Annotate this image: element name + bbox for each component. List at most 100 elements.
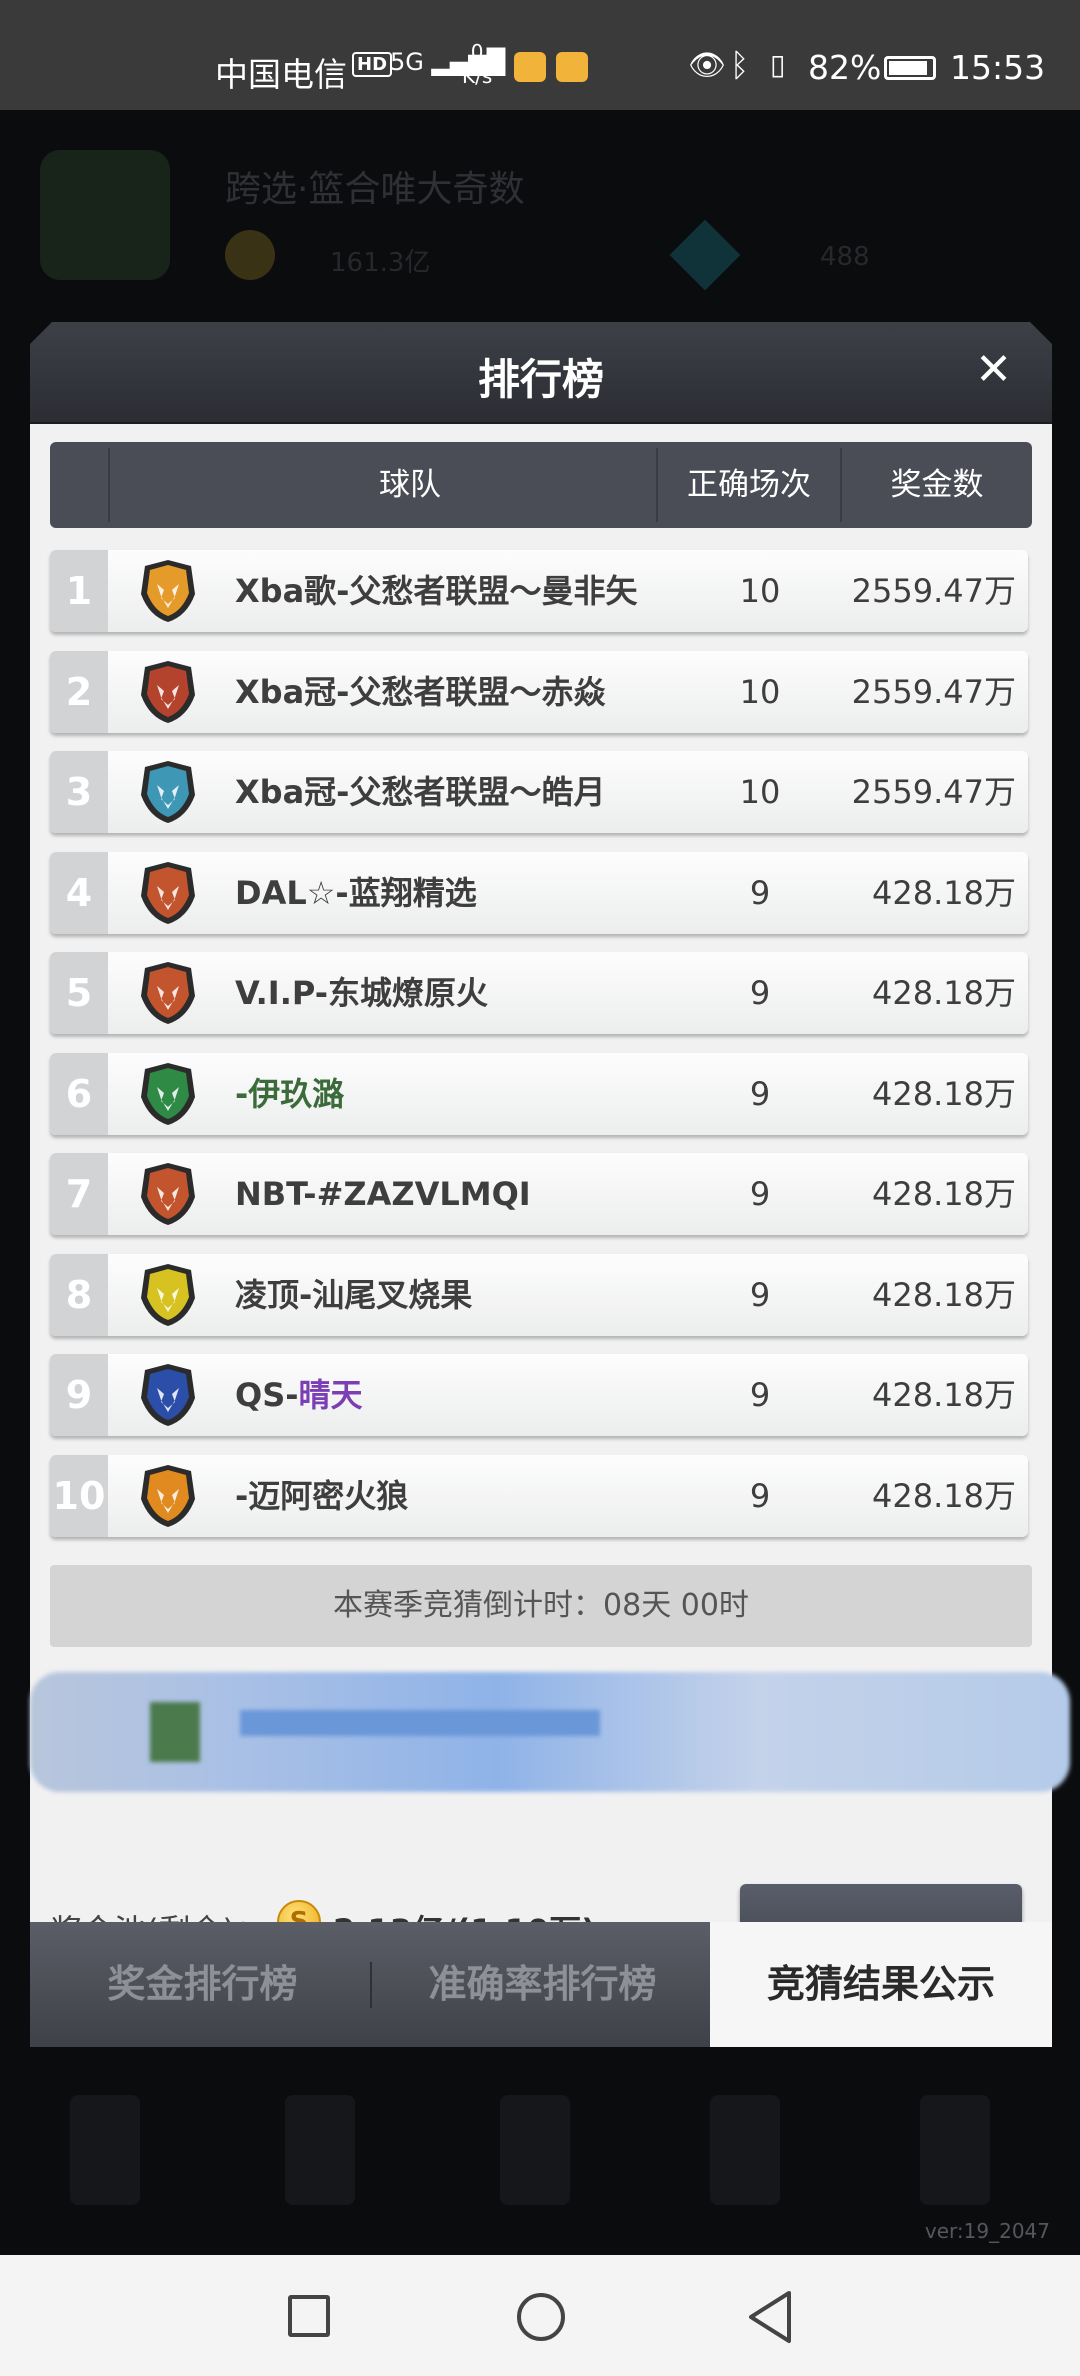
back-icon[interactable] [745,2289,795,2345]
prize-amount: 428.18万 [872,1275,1016,1314]
prize-amount: 2559.47万 [851,672,1016,711]
table-row[interactable]: 6 -伊玖潞 9 428.18万 [50,1052,1028,1135]
team-name-text: Xba冠-父愁者联盟～皓月 [235,773,606,811]
speed-value: 0 [470,40,484,64]
home-icon[interactable] [517,2293,565,2341]
recent-apps-icon[interactable] [288,2295,330,2337]
team-name: -迈阿密火狼 [235,1455,408,1537]
prize-amount: 428.18万 [872,1175,1016,1213]
team-name: Xba冠-父愁者联盟～皓月 [235,751,605,833]
correct-count: 10 [739,773,781,811]
bottom-nav [0,2055,1080,2255]
table-row[interactable]: 2 Xba冠-父愁者联盟～赤焱 10 2559.47万 [50,650,1028,733]
correct-count: 9 [749,873,771,912]
column-correct: 正确场次 [687,467,811,503]
close-icon[interactable]: ✕ [975,344,1012,395]
rank-number: 7 [50,1153,108,1235]
team-name-text: -伊玖潞 [235,1074,345,1113]
team-name: V.I.P-东城燎原火 [235,952,488,1034]
team-name-text: 凌顶-汕尾叉烧果 [235,1275,473,1314]
team-name-text: NBT-#ZAZVLMQI [235,1175,531,1213]
column-team: 球队 [379,467,441,503]
weibo-icon-2 [556,52,588,82]
nav-icon-4 [710,2095,780,2205]
correct-count: 9 [749,1175,771,1213]
leaderboard-modal: 排行榜 ✕ 球队 正确场次 奖金数 1 Xba歌-父愁者联盟～曼非矢 10 2559.… [30,322,1070,2047]
signal-label: 5G [390,48,424,76]
hd-icon: HD [352,52,393,77]
team-logo-icon [135,1061,201,1127]
correct-count: 9 [749,1074,771,1113]
app-title: 跨选·篮合唯大奇数 [225,169,525,210]
team-logo-icon [135,1362,201,1428]
rank-number: 8 [50,1253,108,1336]
team-name: Xba歌-父愁者联盟～曼非矢 [235,550,637,632]
team-name: DAL☆-蓝翔精选 [235,852,477,934]
correct-count: 9 [749,1376,771,1414]
rank-number: 4 [50,851,108,934]
rank-number: 6 [50,1052,108,1135]
correct-count: 10 [739,672,781,711]
correct-count: 9 [749,974,771,1012]
tab-prize-ranking[interactable]: 奖金排行榜 [30,1922,375,2047]
team-logo-icon [135,960,201,1026]
modal-title: 排行榜 [477,355,604,404]
table-row[interactable]: 7 NBT-#ZAZVLMQI 9 428.18万 [50,1153,1028,1235]
table-header: 球队 正确场次 奖金数 [50,442,1032,528]
battery-percent: 82% [808,48,882,87]
team-name: 凌顶-汕尾叉烧果 [235,1254,472,1336]
table-row[interactable]: 8 凌顶-汕尾叉烧果 9 428.18万 [50,1253,1028,1336]
eye-icon: 👁 [688,48,727,83]
status-bar: 中国电信 HD 5G ▂▄▆█ 0 K/s 👁 ᛒ ▯ 82% 15:53 [0,0,1080,110]
nav-icon-3 [500,2095,570,2205]
team-logo-icon [135,1262,201,1328]
rank-number: 2 [50,650,108,733]
gem-icon [669,219,741,291]
tab-accuracy-ranking[interactable]: 准确率排行榜 [375,1922,710,2047]
version-label: ver:19_2047 [924,2219,1050,2243]
modal-body: 球队 正确场次 奖金数 1 Xba歌-父愁者联盟～曼非矢 10 2559.47万 2 Xb… [30,424,1070,1996]
table-row[interactable]: 1 Xba歌-父愁者联盟～曼非矢 10 2559.47万 [50,550,1028,632]
table-row[interactable]: 9 QS-晴天 9 428.18万 [50,1354,1028,1436]
correct-count: 9 [749,1275,771,1314]
prize-amount: 428.18万 [872,1376,1016,1414]
team-name-text: V.I.P-东城燎原火 [235,974,489,1012]
team-logo-icon [135,659,201,725]
modal-header: 排行榜 ✕ [30,322,1052,424]
battery-icon [884,56,936,80]
bluetooth-icon: ᛒ [730,46,750,84]
team-name-text: Xba冠-父愁者联盟～赤焱 [235,672,606,711]
tab-results[interactable]: 竞猜结果公示 [710,1922,1052,2047]
table-row[interactable]: 10 -迈阿密火狼 9 428.18万 [50,1454,1028,1537]
system-navbar [0,2255,1080,2376]
coin-balance: 161.3亿 [330,248,431,278]
nav-icon-2 [285,2095,355,2205]
nav-icon-5 [920,2095,990,2205]
app-logo [40,150,170,280]
team-name: NBT-#ZAZVLMQI [235,1153,531,1235]
rank-number: 10 [50,1454,108,1537]
team-logo-icon [135,860,201,926]
speed-unit: K/s [462,64,493,88]
table-row[interactable]: 4 DAL☆-蓝翔精选 9 428.18万 [50,851,1028,934]
gem-balance: 488 [820,242,870,272]
team-name-text: 晴天 [298,1376,363,1414]
network-speed: 0 K/s [462,40,492,88]
team-logo-icon [135,1463,201,1529]
season-countdown: 本赛季竞猜倒计时：08天 00时 [50,1565,1032,1647]
rank-number: 3 [50,751,108,833]
team-name-text: -迈阿密火狼 [235,1476,409,1515]
prize-amount: 428.18万 [872,873,1016,912]
team-name-prefix: QS- [235,1376,299,1414]
prize-amount: 428.18万 [872,1476,1016,1515]
nav-icon-1 [70,2095,140,2205]
team-logo-icon [135,1161,201,1227]
prize-amount: 428.18万 [872,974,1016,1012]
table-row[interactable]: 5 V.I.P-东城燎原火 9 428.18万 [50,952,1028,1034]
table-row[interactable]: 3 Xba冠-父愁者联盟～皓月 10 2559.47万 [50,751,1028,833]
tab-bar: 奖金排行榜 准确率排行榜 竞猜结果公示 [30,1922,1052,2047]
prize-amount: 2559.47万 [851,773,1016,811]
clock: 15:53 [950,48,1046,87]
team-name: Xba冠-父愁者联盟～赤焱 [235,651,605,733]
team-name-text: Xba歌-父愁者联盟～曼非矢 [235,572,638,610]
